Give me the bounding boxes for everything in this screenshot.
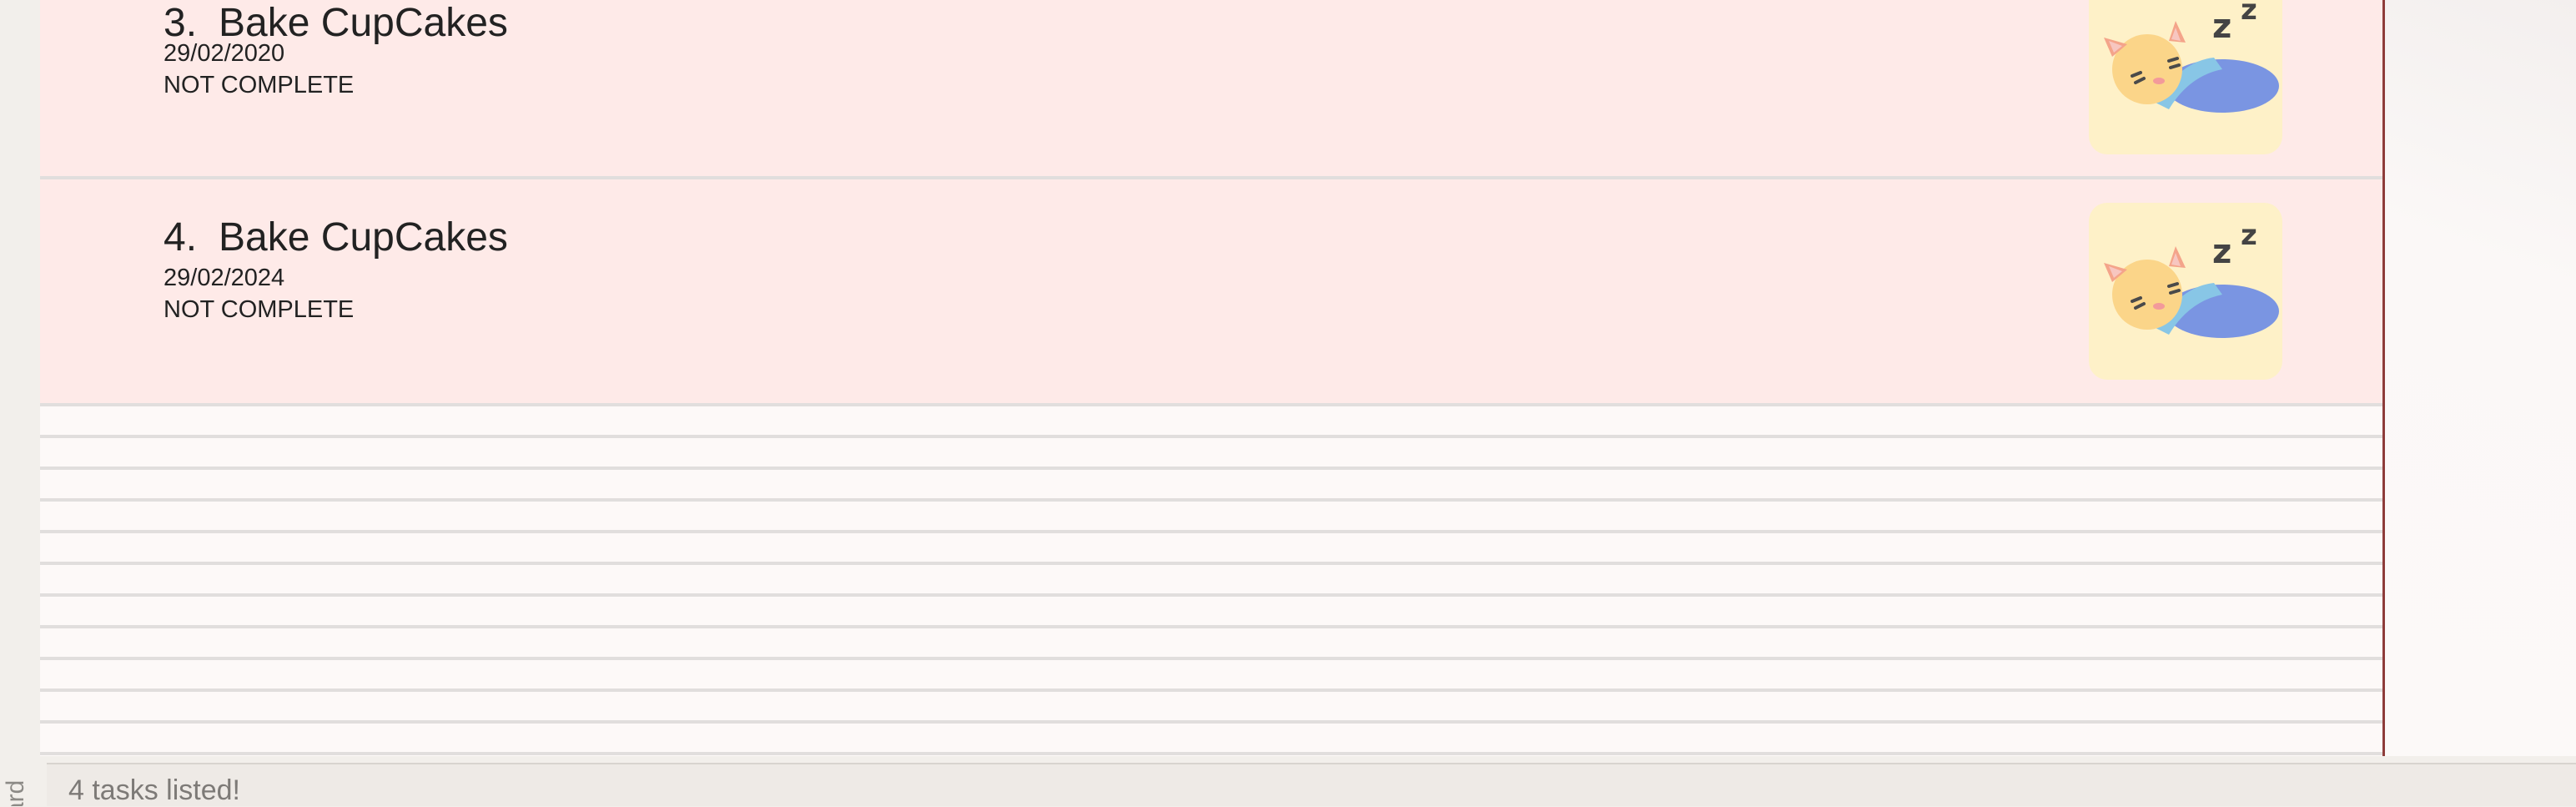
sleeping-cat-icon: z z bbox=[2089, 0, 2282, 154]
status-message: 4 tasks listed! bbox=[68, 774, 240, 806]
empty-list-row bbox=[40, 660, 2382, 692]
empty-list-row bbox=[40, 597, 2382, 628]
left-strip bbox=[0, 0, 40, 806]
task-index: 3. bbox=[164, 1, 198, 45]
svg-text:z: z bbox=[2241, 219, 2257, 252]
task-status: NOT COMPLETE bbox=[164, 296, 355, 323]
svg-text:z: z bbox=[2212, 8, 2231, 46]
empty-list-row bbox=[40, 692, 2382, 724]
sidebar-tab-text: ard bbox=[2, 779, 29, 806]
sidebar-tab-label[interactable]: ard bbox=[0, 766, 33, 806]
empty-list-row bbox=[40, 724, 2382, 755]
task-index: 4. bbox=[164, 215, 198, 260]
task-status: NOT COMPLETE bbox=[164, 72, 355, 98]
empty-list-row bbox=[40, 565, 2382, 597]
task-list[interactable]: 3. Bake CupCakes 29/02/2020 NOT COMPLETE … bbox=[40, 0, 2382, 756]
empty-list-row bbox=[40, 406, 2382, 438]
empty-list-row bbox=[40, 502, 2382, 533]
task-title: 4. Bake CupCakes bbox=[164, 214, 508, 260]
task-name: Bake CupCakes bbox=[219, 1, 508, 45]
svg-text:z: z bbox=[2241, 0, 2257, 27]
task-date: 29/02/2020 bbox=[164, 40, 285, 67]
task-date: 29/02/2024 bbox=[164, 265, 285, 291]
svg-text:z: z bbox=[2212, 233, 2231, 271]
side-panel bbox=[2385, 0, 2576, 756]
task-card[interactable]: 4. Bake CupCakes 29/02/2024 NOT COMPLETE … bbox=[40, 179, 2382, 406]
sleeping-cat-icon: z z bbox=[2089, 203, 2282, 380]
result-display: 4 tasks listed! bbox=[47, 763, 2576, 806]
empty-list-row bbox=[40, 438, 2382, 470]
empty-list-row bbox=[40, 470, 2382, 502]
task-name: Bake CupCakes bbox=[219, 215, 508, 260]
empty-list-row bbox=[40, 628, 2382, 660]
empty-list-row bbox=[40, 533, 2382, 565]
task-title: 3. Bake CupCakes bbox=[164, 0, 508, 46]
task-card[interactable]: 3. Bake CupCakes 29/02/2020 NOT COMPLETE … bbox=[40, 0, 2382, 179]
